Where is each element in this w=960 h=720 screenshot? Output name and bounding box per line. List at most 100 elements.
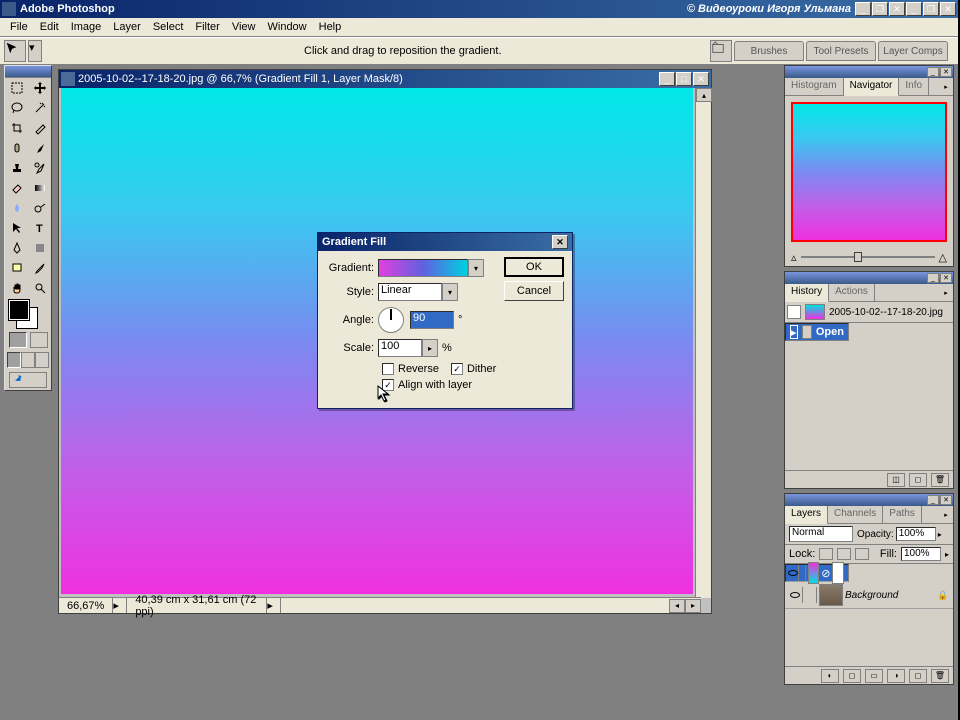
layer-style-icon[interactable]: ◐ bbox=[821, 669, 839, 683]
status-menu-icon[interactable]: ▸ bbox=[267, 598, 281, 613]
eyedropper-tool[interactable] bbox=[28, 258, 51, 278]
doc-max-button[interactable]: □ bbox=[676, 72, 692, 86]
doc-minimize-button[interactable]: _ bbox=[906, 2, 922, 16]
lock-all-icon[interactable] bbox=[855, 548, 869, 560]
fill-arrow-icon[interactable]: ▸ bbox=[945, 550, 949, 559]
angle-wheel[interactable] bbox=[378, 307, 404, 333]
file-browser-icon[interactable] bbox=[710, 40, 732, 62]
trash-icon[interactable]: 🗑 bbox=[931, 473, 949, 487]
visibility-icon[interactable] bbox=[788, 565, 799, 581]
layer-item[interactable]: ⊘ Gradient F... bbox=[785, 564, 849, 582]
visibility-icon[interactable] bbox=[787, 587, 803, 603]
doc-min-button[interactable]: _ bbox=[659, 72, 675, 86]
menu-view[interactable]: View bbox=[226, 19, 262, 35]
cancel-button[interactable]: Cancel bbox=[504, 281, 564, 301]
panel-grip[interactable]: _✕ bbox=[785, 272, 953, 284]
new-set-icon[interactable]: ▭ bbox=[865, 669, 883, 683]
quickmask-mode[interactable] bbox=[30, 332, 48, 348]
ok-button[interactable]: OK bbox=[504, 257, 564, 277]
notes-tool[interactable] bbox=[5, 258, 28, 278]
zoom-out-icon[interactable]: ▵ bbox=[791, 251, 797, 264]
panel-grip[interactable]: _✕ bbox=[785, 494, 953, 506]
zoom-readout[interactable]: 66,67% bbox=[59, 598, 113, 613]
gradient-preview[interactable] bbox=[378, 259, 468, 277]
minimize-button[interactable]: _ bbox=[855, 2, 871, 16]
scroll-up-icon[interactable]: ▴ bbox=[696, 88, 712, 102]
type-tool[interactable]: T bbox=[28, 218, 51, 238]
status-arrow-icon[interactable]: ▸ bbox=[113, 598, 127, 613]
dither-checkbox[interactable]: ✓ bbox=[451, 363, 463, 375]
fg-color-swatch[interactable] bbox=[9, 300, 29, 320]
tab-channels[interactable]: Channels bbox=[828, 506, 883, 523]
shape-tool[interactable] bbox=[28, 238, 51, 258]
imageready-jump[interactable] bbox=[9, 372, 47, 388]
tab-histogram[interactable]: Histogram bbox=[785, 78, 844, 95]
tab-info[interactable]: Info bbox=[899, 78, 929, 95]
pen-tool[interactable] bbox=[5, 238, 28, 258]
zoom-tool[interactable] bbox=[28, 278, 51, 298]
panel-menu-icon[interactable]: ▸ bbox=[939, 78, 953, 95]
new-snapshot-icon[interactable]: ◻ bbox=[909, 473, 927, 487]
layer-link-icon[interactable] bbox=[799, 565, 806, 581]
eraser-tool[interactable] bbox=[5, 178, 28, 198]
layer-thumb[interactable] bbox=[819, 584, 843, 606]
well-tool-presets[interactable]: Tool Presets bbox=[806, 41, 876, 61]
layer-name[interactable]: Background bbox=[845, 590, 937, 601]
history-state-icon[interactable]: ▸ bbox=[790, 325, 798, 339]
well-layer-comps[interactable]: Layer Comps bbox=[878, 41, 948, 61]
well-brushes[interactable]: Brushes bbox=[734, 41, 804, 61]
menu-layer[interactable]: Layer bbox=[107, 19, 147, 35]
scale-arrow-icon[interactable]: ▸ bbox=[422, 339, 438, 357]
panel-min-icon[interactable]: _ bbox=[927, 495, 939, 505]
screen-full[interactable] bbox=[35, 352, 49, 368]
doc-x-button[interactable]: ✕ bbox=[693, 72, 709, 86]
opacity-input[interactable]: 100% bbox=[896, 527, 936, 541]
layer-mask-icon[interactable]: ◻ bbox=[843, 669, 861, 683]
screen-full-menu[interactable] bbox=[21, 352, 35, 368]
history-item[interactable]: ▸ Open bbox=[785, 323, 849, 341]
panel-menu-icon[interactable]: ▸ bbox=[939, 284, 953, 301]
opacity-arrow-icon[interactable]: ▸ bbox=[938, 530, 942, 539]
style-select[interactable]: Linear bbox=[378, 283, 442, 301]
style-arrow-icon[interactable]: ▾ bbox=[442, 283, 458, 301]
doc-restore-button[interactable]: ❐ bbox=[923, 2, 939, 16]
new-doc-from-state-icon[interactable]: ◫ bbox=[887, 473, 905, 487]
slice-tool[interactable] bbox=[28, 118, 51, 138]
panel-close-icon[interactable]: ✕ bbox=[940, 273, 952, 283]
restore-button[interactable]: ❐ bbox=[872, 2, 888, 16]
dialog-titlebar[interactable]: Gradient Fill ✕ bbox=[318, 233, 572, 251]
layer-item[interactable]: Background 🔒 bbox=[785, 582, 953, 609]
hand-tool[interactable] bbox=[5, 278, 28, 298]
menu-help[interactable]: Help bbox=[313, 19, 348, 35]
scale-input[interactable]: 100 bbox=[378, 339, 422, 357]
adjustment-icon[interactable]: ◑ bbox=[887, 669, 905, 683]
tab-paths[interactable]: Paths bbox=[883, 506, 922, 523]
lock-pixels-icon[interactable] bbox=[819, 548, 833, 560]
lock-position-icon[interactable] bbox=[837, 548, 851, 560]
blend-mode-select[interactable]: Normal bbox=[789, 526, 853, 542]
menu-select[interactable]: Select bbox=[147, 19, 190, 35]
layer-mask-thumb[interactable] bbox=[832, 562, 844, 584]
doc-close-button[interactable]: ✕ bbox=[940, 2, 956, 16]
tab-navigator[interactable]: Navigator bbox=[844, 78, 900, 96]
heal-tool[interactable] bbox=[5, 138, 28, 158]
vscrollbar[interactable]: ▴ bbox=[695, 88, 711, 598]
move-tool[interactable] bbox=[28, 78, 51, 98]
zoom-slider[interactable] bbox=[801, 256, 935, 258]
align-checkbox[interactable]: ✓ bbox=[382, 379, 394, 391]
path-select-tool[interactable] bbox=[5, 218, 28, 238]
history-brush-tool[interactable] bbox=[28, 158, 51, 178]
menu-edit[interactable]: Edit bbox=[34, 19, 65, 35]
menu-filter[interactable]: Filter bbox=[189, 19, 225, 35]
panel-min-icon[interactable]: _ bbox=[927, 67, 939, 77]
panel-close-icon[interactable]: ✕ bbox=[940, 67, 952, 77]
marquee-tool[interactable] bbox=[5, 78, 28, 98]
layer-link-icon[interactable] bbox=[803, 587, 817, 603]
wand-tool[interactable] bbox=[28, 98, 51, 118]
dodge-tool[interactable] bbox=[28, 198, 51, 218]
layer-thumb[interactable] bbox=[808, 562, 820, 584]
tool-preset-arrow[interactable]: ▾ bbox=[28, 40, 42, 62]
trash-icon[interactable]: 🗑 bbox=[931, 669, 949, 683]
gradient-tool[interactable] bbox=[28, 178, 51, 198]
dialog-close-button[interactable]: ✕ bbox=[552, 235, 568, 249]
